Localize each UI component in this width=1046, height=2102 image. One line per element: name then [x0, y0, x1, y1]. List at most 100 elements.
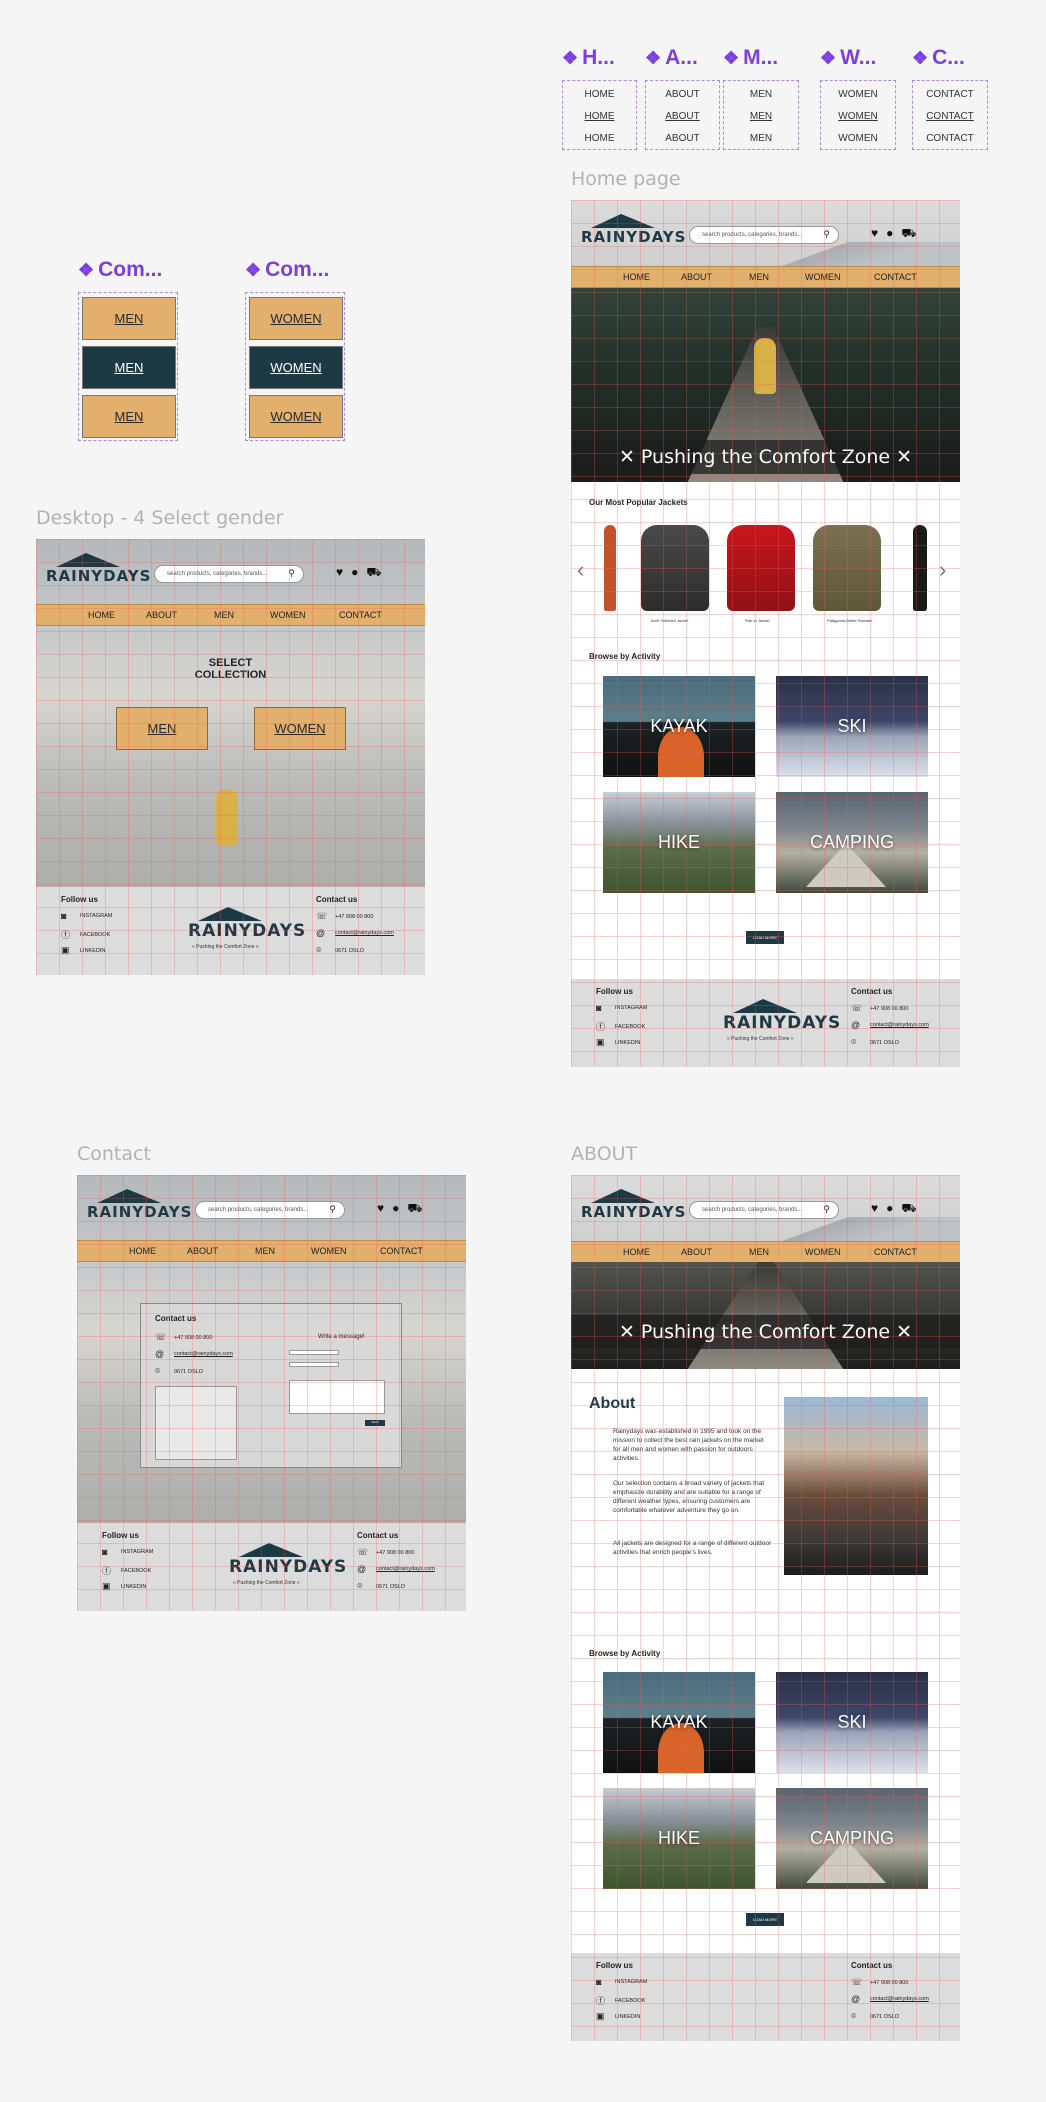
user-icon[interactable]: ●: [886, 226, 901, 240]
nav-about[interactable]: ABOUT: [146, 610, 177, 620]
nav-link-contact-hover[interactable]: CONTACT: [913, 111, 987, 122]
search-icon[interactable]: ⚲: [329, 1204, 336, 1215]
facebook-link[interactable]: ⓕ FACEBOOK: [102, 1564, 151, 1577]
linkedin-link[interactable]: ▣ LINKEDIN: [102, 1581, 146, 1592]
nav-men[interactable]: MEN: [255, 1246, 275, 1256]
nav-link-contact-active[interactable]: CONTACT: [913, 133, 987, 144]
user-icon[interactable]: ●: [351, 565, 366, 579]
jacket-card[interactable]: [641, 525, 709, 611]
heart-icon[interactable]: ♥: [871, 1201, 886, 1215]
select-women-button[interactable]: WOMEN: [254, 707, 346, 750]
activity-ski[interactable]: SKI: [776, 1672, 928, 1773]
nav-link-home-hover[interactable]: HOME: [563, 111, 636, 122]
linkedin-link[interactable]: ▣ LINKEDIN: [596, 1037, 640, 1048]
women-button-default[interactable]: WOMEN: [249, 297, 343, 340]
women-button-hover[interactable]: WOMEN: [249, 346, 343, 389]
nav-contact[interactable]: CONTACT: [339, 610, 382, 620]
facebook-link[interactable]: ⓕ FACEBOOK: [61, 928, 110, 941]
email-link[interactable]: @ contact@rainydays.com: [851, 1994, 929, 2004]
chevron-left-icon[interactable]: ‹: [577, 557, 584, 583]
rainydays-logo[interactable]: RAINYDAYS: [87, 1189, 191, 1225]
heart-icon[interactable]: ♥: [871, 226, 886, 240]
jacket-card[interactable]: [727, 525, 795, 611]
send-button[interactable]: Send: [365, 1420, 385, 1426]
activity-kayak[interactable]: KAYAK: [603, 1672, 755, 1773]
search-icon[interactable]: ⚲: [288, 568, 295, 579]
nav-home[interactable]: HOME: [129, 1246, 156, 1256]
search-input[interactable]: search products, categories, brands... ⚲: [689, 1201, 839, 1219]
activity-hike[interactable]: HIKE: [603, 1788, 755, 1889]
heart-icon[interactable]: ♥: [377, 1201, 392, 1215]
name-field[interactable]: [289, 1350, 339, 1355]
facebook-link[interactable]: ⓕ FACEBOOK: [596, 1020, 645, 1033]
chevron-right-icon[interactable]: ›: [939, 557, 946, 583]
men-button-active[interactable]: MEN: [82, 395, 176, 438]
nav-link-women-hover[interactable]: WOMEN: [821, 111, 895, 122]
nav-link-men-hover[interactable]: MEN: [724, 111, 798, 122]
instagram-link[interactable]: ◙ INSTAGRAM: [596, 1977, 647, 1987]
nav-men[interactable]: MEN: [214, 610, 234, 620]
select-men-button[interactable]: MEN: [116, 707, 208, 750]
linkedin-link[interactable]: ▣ LINKEDIN: [596, 2011, 640, 2022]
women-button-active[interactable]: WOMEN: [249, 395, 343, 438]
email-link[interactable]: @ contact@rainydays.com: [357, 1564, 435, 1574]
nav-link-about-hover[interactable]: ABOUT: [646, 111, 719, 122]
phone-link[interactable]: ☏ +47 908 00 800: [316, 911, 373, 922]
phone-link[interactable]: ☏ +47 908 00 800: [851, 1977, 908, 1988]
search-input[interactable]: search products, categories, brands... ⚲: [689, 226, 839, 244]
men-button-hover[interactable]: MEN: [82, 346, 176, 389]
instagram-link[interactable]: ◙ INSTAGRAM: [61, 911, 112, 921]
activity-camping[interactable]: CAMPING: [776, 1788, 928, 1889]
jacket-card[interactable]: [813, 525, 881, 611]
activity-ski[interactable]: SKI: [776, 676, 928, 777]
nav-about[interactable]: ABOUT: [681, 1247, 712, 1257]
email-link[interactable]: @ contact@rainydays.com: [851, 1020, 929, 1030]
nav-link-home-active[interactable]: HOME: [563, 133, 636, 144]
rainydays-logo[interactable]: RAINYDAYS: [581, 214, 685, 250]
email-link[interactable]: @ contact@rainydays.com: [316, 928, 394, 938]
email-field[interactable]: [289, 1362, 339, 1367]
nav-women[interactable]: WOMEN: [270, 610, 306, 620]
activity-kayak[interactable]: KAYAK: [603, 676, 755, 777]
men-button-default[interactable]: MEN: [82, 297, 176, 340]
nav-contact[interactable]: CONTACT: [874, 272, 917, 282]
form-email[interactable]: @ contact@rainydays.com: [155, 1349, 233, 1359]
user-icon[interactable]: ●: [392, 1201, 407, 1215]
phone-link[interactable]: ☏ +47 908 00 800: [851, 1003, 908, 1014]
load-more-button[interactable]: LOAD MORE: [746, 1913, 784, 1926]
load-more-button[interactable]: LOAD MORE: [746, 931, 784, 944]
activity-hike[interactable]: HIKE: [603, 792, 755, 893]
instagram-link[interactable]: ◙ INSTAGRAM: [102, 1547, 153, 1557]
nav-home[interactable]: HOME: [623, 272, 650, 282]
jacket-card[interactable]: [604, 525, 616, 611]
nav-link-men-active[interactable]: MEN: [724, 133, 798, 144]
nav-contact[interactable]: CONTACT: [380, 1246, 423, 1256]
nav-women[interactable]: WOMEN: [311, 1246, 347, 1256]
cart-icon[interactable]: ⛟: [407, 1201, 430, 1215]
instagram-link[interactable]: ◙ INSTAGRAM: [596, 1003, 647, 1013]
nav-men[interactable]: MEN: [749, 1247, 769, 1257]
heart-icon[interactable]: ♥: [336, 565, 351, 579]
rainydays-logo[interactable]: RAINYDAYS: [581, 1189, 685, 1225]
cart-icon[interactable]: ⛟: [901, 226, 924, 240]
search-input[interactable]: search products, categories, brands... ⚲: [195, 1201, 345, 1219]
activity-camping[interactable]: CAMPING: [776, 792, 928, 893]
phone-link[interactable]: ☏ +47 908 00 800: [357, 1547, 414, 1558]
nav-women[interactable]: WOMEN: [805, 1247, 841, 1257]
jacket-card[interactable]: [913, 525, 927, 611]
search-icon[interactable]: ⚲: [823, 1204, 830, 1215]
search-icon[interactable]: ⚲: [823, 229, 830, 240]
search-input[interactable]: search products, categories, brands... ⚲: [154, 565, 304, 583]
nav-link-about-active[interactable]: ABOUT: [646, 133, 719, 144]
nav-about[interactable]: ABOUT: [187, 1246, 218, 1256]
nav-women[interactable]: WOMEN: [805, 272, 841, 282]
cart-icon[interactable]: ⛟: [901, 1201, 924, 1215]
nav-link-women-active[interactable]: WOMEN: [821, 133, 895, 144]
nav-link-home[interactable]: HOME: [563, 89, 636, 100]
nav-home[interactable]: HOME: [623, 1247, 650, 1257]
nav-link-men[interactable]: MEN: [724, 89, 798, 100]
map-image[interactable]: [155, 1386, 237, 1460]
linkedin-link[interactable]: ▣ LINKEDIN: [61, 945, 105, 956]
nav-link-contact[interactable]: CONTACT: [913, 89, 987, 100]
nav-men[interactable]: MEN: [749, 272, 769, 282]
